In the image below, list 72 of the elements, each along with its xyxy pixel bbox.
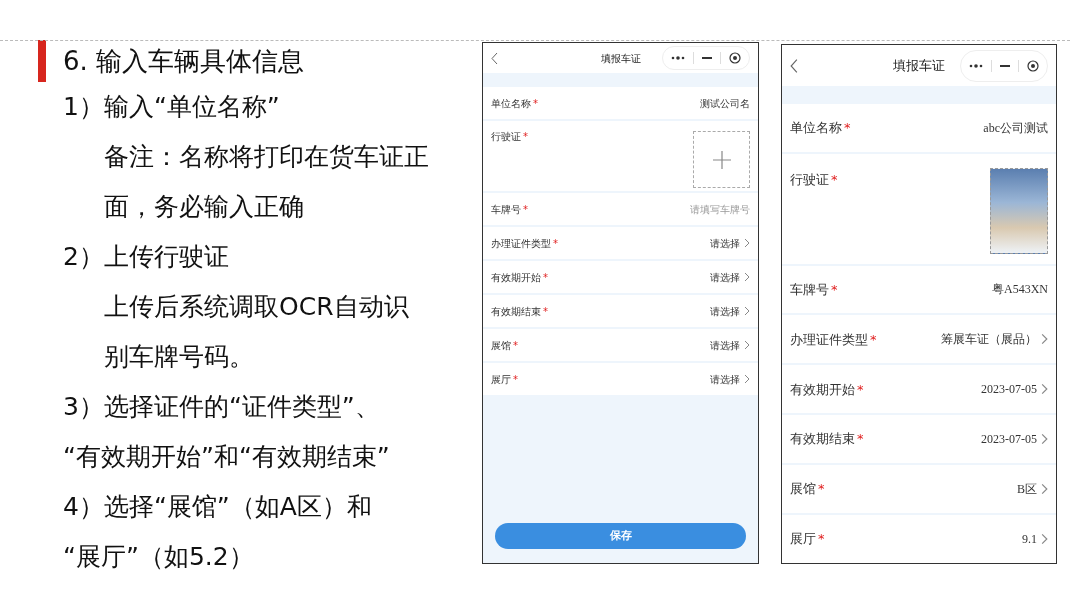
back-icon[interactable] bbox=[790, 57, 798, 74]
chevron-right-icon bbox=[1041, 383, 1048, 396]
form-row[interactable]: 展馆 * 请选择 bbox=[483, 329, 758, 361]
select-value: 2023-07-05 bbox=[981, 431, 1037, 449]
plus-icon bbox=[712, 150, 731, 169]
slide-title: 6. 输入车辆具体信息 bbox=[63, 44, 305, 78]
form-row[interactable]: 办理证件类型 * 请选择 bbox=[483, 227, 758, 259]
field-label: 展馆* bbox=[790, 480, 825, 499]
field-label: 有效期结束* bbox=[790, 430, 864, 449]
select-value: 请选择 bbox=[710, 338, 740, 353]
form-row[interactable]: 有效期结束 * 请选择 bbox=[483, 295, 758, 327]
step-text: 3）选择证件的“证件类型”、 bbox=[63, 391, 380, 424]
select-value: B区 bbox=[1017, 481, 1037, 499]
step-text: 4）选择“展馆”（如A区）和 bbox=[63, 491, 372, 524]
field-label: 展厅 * bbox=[491, 372, 518, 387]
chevron-right-icon bbox=[1041, 483, 1048, 496]
target-icon[interactable] bbox=[1027, 59, 1039, 72]
select-value: 2023-07-05 bbox=[981, 381, 1037, 399]
select-value: 请选择 bbox=[710, 270, 740, 285]
nav-title: 填报车证 bbox=[600, 51, 641, 66]
field-value[interactable]: abc公司测试 bbox=[983, 118, 1048, 137]
note-text: 别车牌号码。 bbox=[104, 341, 254, 374]
step-text: “有效期开始”和“有效期结束” bbox=[63, 441, 390, 474]
more-icon[interactable] bbox=[671, 56, 685, 60]
chevron-right-icon bbox=[744, 306, 750, 316]
field-label: 单位名称* bbox=[790, 118, 851, 137]
select-value: 请选择 bbox=[710, 304, 740, 319]
field-value[interactable]: 粤A543XN bbox=[992, 280, 1048, 299]
chevron-right-icon bbox=[744, 340, 750, 350]
form-row[interactable]: 有效期开始 * 请选择 bbox=[483, 261, 758, 293]
form-row[interactable]: 展厅 * 请选择 bbox=[483, 363, 758, 395]
title-accent-bar bbox=[38, 40, 46, 82]
back-icon[interactable] bbox=[491, 51, 498, 65]
chevron-right-icon bbox=[1041, 533, 1048, 546]
note-text: 备注：名称将打印在货车证正 bbox=[104, 141, 429, 174]
field-value[interactable]: 测试公司名 bbox=[700, 95, 750, 111]
form-row[interactable]: 有效期开始* 2023-07-05 bbox=[782, 365, 1056, 414]
target-icon[interactable] bbox=[729, 52, 741, 64]
field-label: 展厅* bbox=[790, 530, 825, 549]
field-label: 展馆 * bbox=[491, 338, 518, 353]
field-label: 行驶证* bbox=[790, 170, 838, 189]
field-label: 有效期开始 * bbox=[491, 270, 548, 285]
chevron-right-icon bbox=[744, 238, 750, 248]
field-label: 车牌号* bbox=[790, 280, 838, 299]
field-label: 办理证件类型 * bbox=[491, 236, 558, 251]
field-label: 办理证件类型* bbox=[790, 330, 877, 349]
photo-placeholder[interactable] bbox=[990, 167, 1048, 254]
form-row[interactable]: 有效期结束* 2023-07-05 bbox=[782, 415, 1056, 464]
select-value: 9.1 bbox=[1022, 531, 1037, 549]
select-value: 请选择 bbox=[710, 372, 740, 387]
form-row[interactable]: 展馆* B区 bbox=[782, 465, 1056, 514]
more-icon[interactable] bbox=[969, 63, 983, 68]
nav-title: 填报车证 bbox=[893, 56, 945, 75]
step-text: 1）输入“单位名称” bbox=[63, 91, 280, 124]
chevron-right-icon bbox=[1041, 433, 1048, 446]
step-text: “展厅”（如5.2） bbox=[63, 541, 254, 574]
step-text: 2）上传行驶证 bbox=[63, 241, 229, 274]
select-value: 请选择 bbox=[710, 236, 740, 251]
field-label: 有效期开始* bbox=[790, 380, 864, 399]
chevron-right-icon bbox=[1041, 333, 1048, 346]
field-label: 车牌号 * bbox=[491, 202, 528, 217]
select-value: 筹展车证（展品） bbox=[941, 331, 1037, 349]
chevron-right-icon bbox=[744, 374, 750, 384]
chevron-right-icon bbox=[744, 272, 750, 282]
minimize-icon[interactable] bbox=[1000, 64, 1010, 67]
form-row[interactable]: 展厅* 9.1 bbox=[782, 515, 1056, 563]
note-text: 面，务必输入正确 bbox=[104, 191, 304, 224]
field-label: 单位名称 * bbox=[491, 96, 538, 111]
field-label: 有效期结束 * bbox=[491, 304, 548, 319]
field-label: 行驶证 * bbox=[491, 130, 528, 144]
form-row[interactable]: 办理证件类型* 筹展车证（展品） bbox=[782, 315, 1056, 364]
note-text: 上传后系统调取OCR自动识 bbox=[104, 291, 409, 324]
